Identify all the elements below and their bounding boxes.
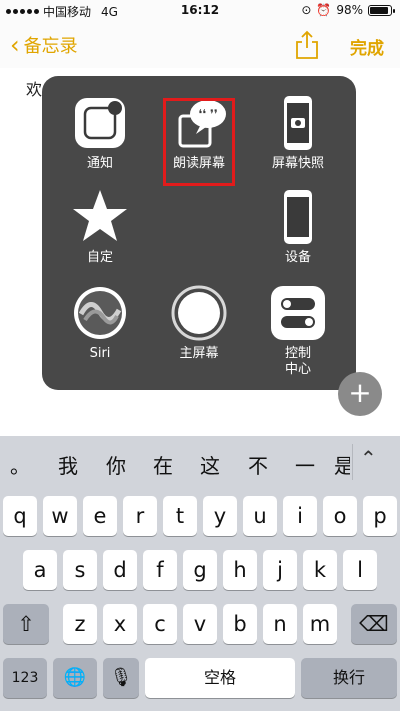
menu-item-custom[interactable]: 自定 <box>50 188 150 266</box>
shift-key[interactable]: ⇧ <box>3 604 49 644</box>
globe-key[interactable]: 🌐 <box>53 658 97 698</box>
key-w[interactable]: w <box>43 496 77 536</box>
battery-percent: 98% <box>336 3 363 17</box>
menu-label-siri: Siri <box>89 346 111 361</box>
star-icon <box>71 188 129 246</box>
menu-label-screenshot: 屏幕快照 <box>271 156 324 171</box>
key-d[interactable]: d <box>103 550 137 590</box>
candidate-item[interactable]: 你 <box>106 450 126 479</box>
nav-bar: ‹ 备忘录 完成 <box>0 22 400 68</box>
key-a[interactable]: a <box>23 550 57 590</box>
siri-icon <box>71 284 129 342</box>
candidate-item[interactable]: 在 <box>153 450 173 479</box>
home-button-icon <box>170 284 228 342</box>
key-o[interactable]: o <box>323 496 357 536</box>
speak-screen-highlight <box>163 98 235 186</box>
key-t[interactable]: t <box>163 496 197 536</box>
note-body-text[interactable]: 欢 <box>26 76 42 100</box>
chevron-up-icon[interactable]: ⌃ <box>360 446 377 470</box>
menu-label-control-line2: 中心 <box>284 362 311 377</box>
back-button[interactable]: ‹ 备忘录 <box>10 32 78 58</box>
add-button[interactable]: + <box>338 372 382 416</box>
assistive-touch-menu: 通知 ❛❛ ❜❜ 朗读屏幕 屏幕快照 自定 设备 Siri 主屏幕 控制 中心 <box>42 76 356 390</box>
alarm-icon: ⏰ <box>316 3 332 17</box>
status-bar: 中国移动 4G 16:12 ⊙ ⏰ 98% <box>0 0 400 22</box>
key-u[interactable]: u <box>243 496 277 536</box>
key-n[interactable]: n <box>263 604 297 644</box>
key-x[interactable]: x <box>103 604 137 644</box>
space-key[interactable]: 空格 <box>145 658 295 698</box>
back-label: 备忘录 <box>23 36 78 57</box>
key-k[interactable]: k <box>303 550 337 590</box>
notification-icon <box>71 94 129 152</box>
key-f[interactable]: f <box>143 550 177 590</box>
delete-key[interactable]: ⌫ <box>351 604 397 644</box>
candidate-item[interactable]: 是 <box>334 450 350 479</box>
microphone-icon: 🎙 <box>109 667 133 688</box>
orientation-lock-icon: ⊙ <box>301 3 312 17</box>
candidate-item[interactable]: 这 <box>200 450 220 479</box>
key-s[interactable]: s <box>63 550 97 590</box>
status-right: ⊙ ⏰ 98% <box>301 3 395 17</box>
key-p[interactable]: p <box>363 496 397 536</box>
menu-item-control-center[interactable]: 控制 中心 <box>248 284 348 378</box>
battery-icon <box>368 4 395 16</box>
done-button[interactable]: 完成 <box>350 34 384 59</box>
key-z[interactable]: z <box>63 604 97 644</box>
menu-label-control-line1: 控制 <box>284 346 311 361</box>
menu-item-device[interactable]: 设备 <box>248 188 348 266</box>
key-v[interactable]: v <box>183 604 217 644</box>
key-h[interactable]: h <box>223 550 257 590</box>
candidate-divider <box>352 444 353 480</box>
candidate-item[interactable]: 一 <box>295 450 315 479</box>
candidate-bar: 。 我 你 在 这 不 一 是 ⌃ <box>0 436 400 488</box>
return-key[interactable]: 换行 <box>301 658 397 698</box>
menu-item-screenshot[interactable]: 屏幕快照 <box>248 94 348 172</box>
candidate-item[interactable]: 。 <box>10 450 30 479</box>
control-center-icon <box>269 284 327 342</box>
share-icon[interactable] <box>294 30 320 60</box>
key-l[interactable]: l <box>343 550 377 590</box>
key-y[interactable]: y <box>203 496 237 536</box>
key-r[interactable]: r <box>123 496 157 536</box>
menu-item-siri[interactable]: Siri <box>50 284 150 362</box>
key-b[interactable]: b <box>223 604 257 644</box>
keyboard: q w e r t y u i o p a s d f g h j k l ⇧ … <box>0 488 400 711</box>
candidate-item[interactable]: 我 <box>58 450 78 479</box>
numbers-key[interactable]: 123 <box>3 658 47 698</box>
key-c[interactable]: c <box>143 604 177 644</box>
chevron-left-icon: ‹ <box>10 31 20 59</box>
menu-item-home[interactable]: 主屏幕 <box>149 284 249 362</box>
screenshot-icon <box>269 94 327 152</box>
dictation-key[interactable]: 🎙 <box>103 658 139 698</box>
globe-icon: 🌐 <box>63 667 87 688</box>
key-g[interactable]: g <box>183 550 217 590</box>
backspace-icon: ⌫ <box>359 612 389 636</box>
menu-label-home: 主屏幕 <box>179 346 219 361</box>
menu-label-custom: 自定 <box>86 250 113 265</box>
menu-label-device: 设备 <box>284 250 311 265</box>
device-icon <box>269 188 327 246</box>
key-i[interactable]: i <box>283 496 317 536</box>
key-j[interactable]: j <box>263 550 297 590</box>
menu-label-notification: 通知 <box>86 156 113 171</box>
menu-item-notification[interactable]: 通知 <box>50 94 150 172</box>
candidate-item[interactable]: 不 <box>248 450 268 479</box>
shift-icon: ⇧ <box>17 612 35 636</box>
key-m[interactable]: m <box>303 604 337 644</box>
key-q[interactable]: q <box>3 496 37 536</box>
key-e[interactable]: e <box>83 496 117 536</box>
